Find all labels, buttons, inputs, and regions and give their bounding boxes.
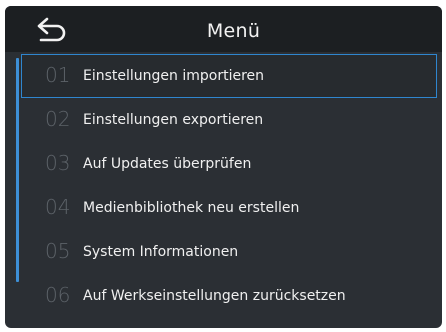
menu-item-factory-reset[interactable]: 06 Auf Werkseinstellungen zurücksetzen [21, 274, 437, 318]
menu-item-number: 03 [45, 151, 71, 175]
menu-item-system-info[interactable]: 05 System Informationen [21, 230, 437, 274]
menu-item-export-settings[interactable]: 02 Einstellungen exportieren [21, 98, 437, 142]
menu-item-label: System Informationen [83, 244, 239, 260]
menu-item-number: 05 [45, 239, 71, 263]
menu-item-number: 01 [45, 63, 71, 87]
menu-item-label: Einstellungen exportieren [83, 112, 264, 128]
menu-title: Menü [206, 20, 261, 42]
menu-item-number: 06 [45, 283, 71, 307]
menu-item-label: Einstellungen importieren [83, 68, 265, 84]
menu-item-label: Medienbibliothek neu erstellen [83, 200, 300, 216]
menu-item-number: 04 [45, 195, 71, 219]
menu-list: 01 Einstellungen importieren 02 Einstell… [21, 54, 437, 318]
menu-header: Menü [5, 6, 442, 52]
menu-item-rebuild-library[interactable]: 04 Medienbibliothek neu erstellen [21, 186, 437, 230]
menu-item-import-settings[interactable]: 01 Einstellungen importieren [21, 54, 437, 98]
menu-item-label: Auf Werkseinstellungen zurücksetzen [83, 288, 346, 304]
menu-item-check-updates[interactable]: 03 Auf Updates überprüfen [21, 142, 437, 186]
menu-screen: Audio Netzwerk Menü 01 Einstellungen imp… [5, 6, 442, 328]
device-frame: Audio Netzwerk Menü 01 Einstellungen imp… [0, 0, 446, 332]
scroll-indicator[interactable] [16, 58, 19, 282]
menu-item-label: Auf Updates überprüfen [83, 156, 252, 172]
menu-item-number: 02 [45, 107, 71, 131]
